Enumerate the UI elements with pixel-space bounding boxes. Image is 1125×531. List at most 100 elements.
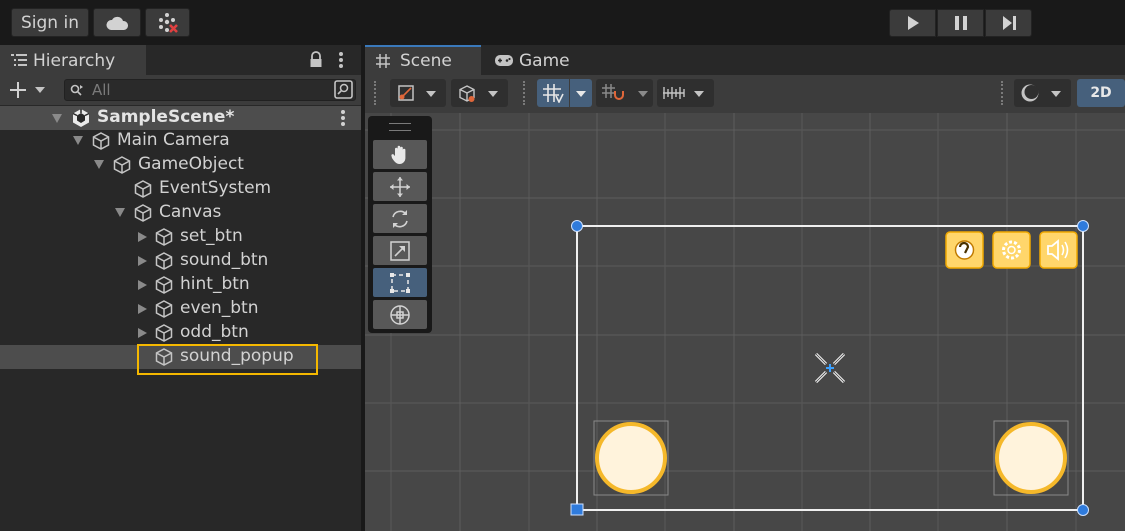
tree-item-canvas[interactable]: Canvas	[0, 201, 361, 225]
expand-arrow-icon[interactable]	[94, 160, 104, 169]
grid-snap-button[interactable]	[537, 79, 569, 107]
sound-button[interactable]	[1039, 231, 1078, 269]
tree-item-eventsystem[interactable]: EventSystem	[0, 177, 361, 201]
lock-icon[interactable]	[309, 51, 323, 68]
add-icon	[10, 82, 26, 98]
expand-arrow-icon[interactable]	[115, 208, 125, 217]
dropdown-arrow-icon	[426, 91, 436, 97]
tab-game[interactable]: Game	[491, 45, 581, 75]
collab-icon	[158, 12, 178, 33]
gizmo-handle-dropdown[interactable]	[390, 79, 446, 107]
expand-arrow-icon[interactable]	[73, 136, 83, 145]
hint-button[interactable]	[945, 231, 984, 269]
shading-sphere-icon	[1021, 84, 1039, 102]
collapse-arrow-icon[interactable]	[138, 280, 147, 290]
cube-icon	[155, 300, 173, 318]
hand-tool-button[interactable]	[373, 140, 427, 169]
overlay-grip[interactable]	[389, 123, 411, 131]
hierarchy-tab-label: Hierarchy	[33, 51, 116, 71]
handle-bottom-left[interactable]	[570, 503, 584, 516]
draw-mode-dropdown[interactable]	[1014, 79, 1071, 107]
cube-icon	[134, 180, 152, 198]
scale-tool-icon	[390, 240, 410, 261]
rotate-tool-button[interactable]	[373, 204, 427, 233]
tree-item-odd-btn[interactable]: odd_btn	[0, 321, 361, 345]
scale-tool-button[interactable]	[373, 236, 427, 265]
search-icon	[70, 84, 83, 96]
scene-viewport[interactable]	[365, 113, 1125, 531]
game-tab-label: Game	[519, 51, 570, 71]
rect-tool-icon	[390, 272, 410, 293]
camera-gizmo-icon	[814, 352, 846, 384]
mode-2d-toggle[interactable]: 2D	[1077, 79, 1125, 107]
pivot-dropdown[interactable]	[451, 79, 508, 107]
tab-hierarchy[interactable]: Hierarchy	[0, 45, 146, 75]
cloud-button[interactable]	[93, 8, 141, 37]
even-button[interactable]	[993, 420, 1069, 496]
scene-name: SampleScene*	[97, 107, 235, 127]
mode-2d-label: 2D	[1090, 85, 1112, 101]
grid-dropdown[interactable]	[570, 79, 592, 107]
tree-item-label: set_btn	[180, 226, 243, 246]
step-icon	[1002, 16, 1016, 30]
transform-tool-icon	[390, 304, 410, 325]
cube-icon	[113, 156, 131, 174]
collab-button[interactable]	[145, 8, 190, 37]
dropdown-arrow-icon	[694, 91, 704, 97]
tree-item-sound-btn[interactable]: sound_btn	[0, 249, 361, 273]
move-tool-button[interactable]	[373, 172, 427, 201]
step-button[interactable]	[985, 9, 1032, 37]
handle-top-right[interactable]	[1077, 220, 1089, 232]
cube-icon	[92, 132, 110, 150]
settings-button[interactable]	[992, 231, 1031, 269]
collapse-arrow-icon[interactable]	[138, 328, 147, 338]
hint-icon	[954, 240, 975, 260]
cube-icon	[155, 252, 173, 270]
snap-increment-dropdown[interactable]	[596, 79, 653, 107]
dropdown-arrow-icon	[638, 91, 648, 97]
scene-kebab-icon[interactable]	[340, 109, 346, 127]
play-button[interactable]	[889, 9, 936, 37]
scene-row[interactable]: SampleScene*	[0, 106, 361, 130]
collapse-arrow-icon[interactable]	[138, 256, 147, 266]
tree-item-label: EventSystem	[159, 178, 272, 198]
cube-icon	[155, 276, 173, 294]
transform-tool-button[interactable]	[373, 300, 427, 329]
toolbar-grip	[374, 81, 379, 105]
sign-in-button[interactable]: Sign in	[11, 8, 89, 37]
scene-tab-label: Scene	[400, 51, 452, 71]
dropdown-arrow-icon	[576, 91, 586, 97]
dropdown-arrow-icon	[1051, 91, 1061, 97]
scene-expand-arrow-icon[interactable]	[52, 114, 62, 123]
search-window-icon	[334, 80, 353, 99]
handle-bottom-right[interactable]	[1077, 504, 1089, 516]
play-icon	[907, 16, 919, 30]
tree-item-label: Main Camera	[117, 130, 230, 150]
kebab-menu-icon[interactable]	[338, 51, 344, 69]
tree-item-hint-btn[interactable]: hint_btn	[0, 273, 361, 297]
scene-toolbar: 2D	[365, 75, 1125, 113]
tree-item-gameobject[interactable]: GameObject	[0, 153, 361, 177]
rect-handle-icon	[398, 85, 414, 101]
gamepad-icon	[495, 55, 513, 66]
tab-scene[interactable]: Scene	[365, 45, 481, 75]
collapse-arrow-icon[interactable]	[138, 232, 147, 242]
search-input[interactable]: All	[64, 79, 356, 101]
tree-item-set-btn[interactable]: set_btn	[0, 225, 361, 249]
collapse-arrow-icon[interactable]	[138, 304, 147, 314]
tree-item-main-camera[interactable]: Main Camera	[0, 129, 361, 153]
cube-icon	[155, 228, 173, 246]
toolbar-grip	[523, 81, 528, 105]
rect-tool-button[interactable]	[373, 268, 427, 297]
increment-snap-dropdown[interactable]	[657, 79, 714, 107]
handle-top-left[interactable]	[571, 220, 583, 232]
pause-button[interactable]	[937, 9, 984, 37]
ruler-icon	[663, 87, 685, 99]
add-dropdown-button[interactable]	[8, 80, 50, 100]
tree-item-even-btn[interactable]: even_btn	[0, 297, 361, 321]
top-toolbar: Sign in	[0, 0, 1125, 44]
odd-button[interactable]	[593, 420, 669, 496]
search-options-button[interactable]	[333, 79, 355, 101]
search-placeholder: All	[92, 81, 111, 99]
hierarchy-list-icon	[11, 54, 27, 66]
